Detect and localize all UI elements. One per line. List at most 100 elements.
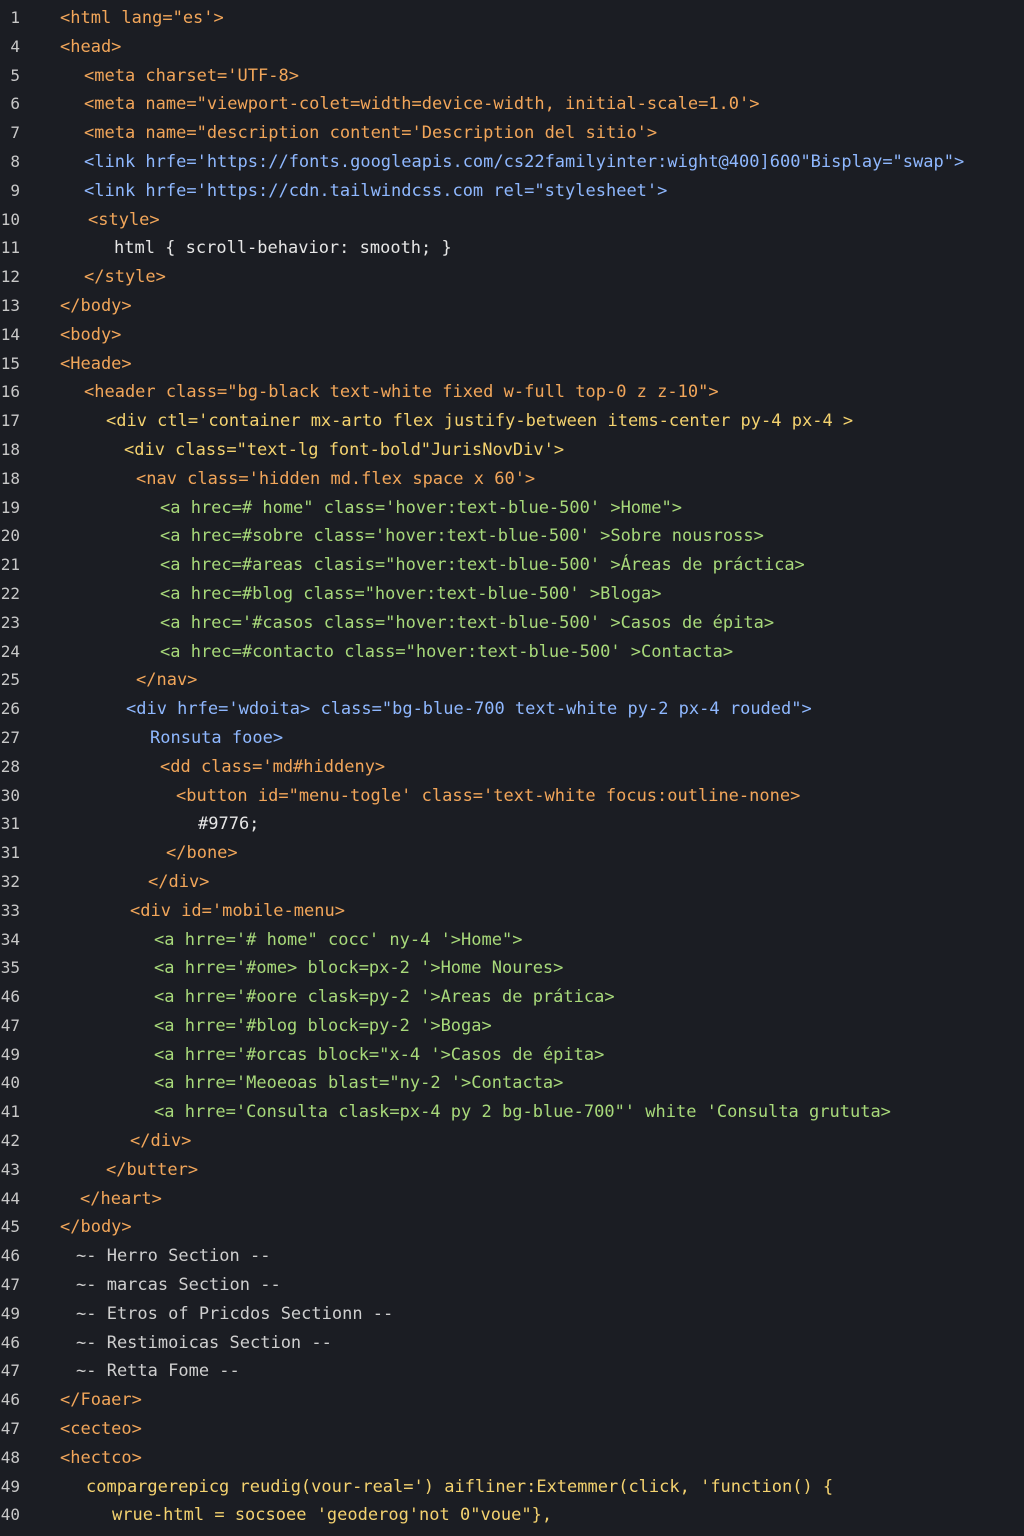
line-number: 47 <box>0 1419 20 1439</box>
code-line[interactable]: 44 </heart> <box>0 1185 1024 1214</box>
code-line[interactable]: 7 <meta name="description content='Descri… <box>0 119 1024 148</box>
code-line[interactable]: 22 <a hrec=#blog class="hover:text-blue-5… <box>0 580 1024 609</box>
code-line[interactable]: 18 <div class="text-lg font-bold"JurisNov… <box>0 436 1024 465</box>
line-code: <div class="text-lg font-bold"JurisNovDi… <box>124 439 565 460</box>
line-code: ~- marcas Section -- <box>76 1275 281 1296</box>
code-line[interactable]: 40 wrue-html = socsoee 'geoderog'not 0"vo… <box>0 1501 1024 1530</box>
line-number: 40 <box>0 1505 20 1525</box>
code-line[interactable]: 24 <a hrec=#contacto class="hover:text-bl… <box>0 638 1024 667</box>
code-line[interactable]: 11 html { scroll-behavior: smooth; } <box>0 234 1024 263</box>
code-line[interactable]: 32 </div> <box>0 868 1024 897</box>
code-line[interactable]: 48 <hectco> <box>0 1444 1024 1473</box>
line-code: <cecteo> <box>60 1419 142 1440</box>
line-number: 47 <box>0 1275 20 1295</box>
line-code: <hectco> <box>60 1447 142 1468</box>
line-code: <a hrre='#orcas block="x-4 '>Casos de ép… <box>154 1044 605 1065</box>
line-number: 47 <box>0 1361 20 1381</box>
line-code: </Foaer> <box>60 1390 142 1411</box>
line-number: 32 <box>0 871 20 891</box>
code-line[interactable]: 23 <a hrec='#casos class="hover:text-blue… <box>0 609 1024 638</box>
line-number: 1 <box>10 8 20 27</box>
line-number: 22 <box>0 583 20 603</box>
code-line[interactable]: 19 <a hrec=# home" class='hover:text-blue… <box>0 494 1024 523</box>
code-line[interactable]: 27 Ronsuta fooe> <box>0 724 1024 753</box>
code-line[interactable]: 20 <a hrec=#sobre class='hover:text-blue-… <box>0 522 1024 551</box>
code-line[interactable]: 14 <body> <box>0 321 1024 350</box>
line-number: 49 <box>0 1303 20 1323</box>
code-line[interactable]: 45 </body> <box>0 1213 1024 1242</box>
code-line[interactable]: 12 </style> <box>0 263 1024 292</box>
code-line[interactable]: 49 ~- Etros of Pricdos Sectionn -- <box>0 1300 1024 1329</box>
code-line[interactable]: 47 ~- Retta Fome -- <box>0 1357 1024 1386</box>
line-code: </body> <box>60 1217 132 1238</box>
code-line[interactable]: 10 <style> <box>0 206 1024 235</box>
line-number: 19 <box>0 497 20 517</box>
code-line[interactable]: 28 <dd class='md#hiddeny> <box>0 753 1024 782</box>
line-code: <dd class='md#hiddeny> <box>160 756 386 777</box>
line-number: 47 <box>0 1015 20 1035</box>
code-line[interactable]: 34 <a hrre='# home" cocc' ny-4 '>Home"> <box>0 926 1024 955</box>
line-number: 49 <box>0 1044 20 1064</box>
line-number: 40 <box>0 1073 20 1093</box>
line-code: <meta name="viewport-colet=width=device-… <box>84 94 760 115</box>
code-line[interactable]: 6 <meta name="viewport-colet=width=device… <box>0 90 1024 119</box>
line-number: 15 <box>0 353 20 373</box>
line-code: </style> <box>84 267 166 288</box>
line-code: <body> <box>60 324 122 345</box>
code-line[interactable]: 46 ~- Herro Section -- <box>0 1242 1024 1271</box>
code-line[interactable]: 31 </bone> <box>0 839 1024 868</box>
code-line[interactable]: 33 <div id='mobile-menu> <box>0 897 1024 926</box>
code-line[interactable]: 25 </nav> <box>0 666 1024 695</box>
line-number: 5 <box>10 65 20 85</box>
code-line[interactable]: 26 <div hrfe='wdoita> class="bg-blue-700 … <box>0 695 1024 724</box>
line-number: 49 <box>0 1476 20 1496</box>
code-editor[interactable]: 1 <html lang="es'> 4 <head> 5 <meta charset='… <box>0 4 1024 1536</box>
code-line[interactable]: 8 <link hrfe='https://fonts.googleapis.co… <box>0 148 1024 177</box>
code-line[interactable]: 18 <nav class='hidden md.flex space x 60'… <box>0 465 1024 494</box>
line-code: <a hrre='Meoeoas blast="ny-2 '>Contacta> <box>154 1073 564 1094</box>
line-number: 10 <box>0 209 20 229</box>
line-number: 31 <box>0 814 20 834</box>
line-number: 20 <box>0 526 20 546</box>
code-line[interactable]: 47 ~- marcas Section -- <box>0 1271 1024 1300</box>
line-code: </div> <box>130 1131 192 1152</box>
code-line[interactable]: 46 <a hrre='#oore clask=py-2 '>Areas de p… <box>0 983 1024 1012</box>
code-line[interactable]: 49 <a hrre='#orcas block="x-4 '>Casos de … <box>0 1041 1024 1070</box>
code-line[interactable]: 46 ~- Restimoicas Section -- <box>0 1329 1024 1358</box>
line-code: <a hrec=#areas clasis="hover:text-blue-5… <box>160 555 805 576</box>
line-code: wrue-html = socsoee 'geoderog'not 0"voue… <box>112 1505 553 1526</box>
code-line[interactable]: 42 </div> <box>0 1127 1024 1156</box>
code-line[interactable]: 46 </Foaer> <box>0 1386 1024 1415</box>
code-line[interactable]: 41 <a hrre='Consulta clask=px-4 py 2 bg-b… <box>0 1098 1024 1127</box>
line-number: 46 <box>0 987 20 1007</box>
line-code: <meta name="description content='Descrip… <box>84 123 658 144</box>
code-line[interactable]: 35 <a hrre='#ome> block=px-2 '>Home Noure… <box>0 954 1024 983</box>
code-line[interactable]: 31 #9776; <box>0 810 1024 839</box>
code-line[interactable]: 30 <button id="menu-togle' class='text-wh… <box>0 782 1024 811</box>
code-line[interactable]: 40 <a hrre='Meoeoas blast="ny-2 '>Contact… <box>0 1069 1024 1098</box>
code-line[interactable]: 4 <head> <box>0 33 1024 62</box>
line-code: <link hrfe='https://cdn.tailwindcss.com … <box>84 180 668 201</box>
code-line[interactable]: 21 <a hrec=#areas clasis="hover:text-blue… <box>0 551 1024 580</box>
code-line[interactable]: 16 <header class="bg-black text-white fix… <box>0 378 1024 407</box>
code-line[interactable]: 17 <div ctl='container mx-arto flex justi… <box>0 407 1024 436</box>
line-code: </butter> <box>106 1159 199 1180</box>
line-number: 33 <box>0 900 20 920</box>
line-code: <head> <box>60 36 122 57</box>
line-number: 13 <box>0 295 20 315</box>
line-number: 18 <box>0 439 20 459</box>
code-line[interactable]: 49 compargerepicg reudig(vour-real=') aif… <box>0 1473 1024 1502</box>
line-code: compargerepicg reudig(vour-real=') aifli… <box>86 1476 834 1497</box>
code-line[interactable]: 5 <meta charset='UTF-8> <box>0 62 1024 91</box>
line-code: <a hrre='#oore clask=py-2 '>Areas de prá… <box>154 987 615 1008</box>
code-line[interactable]: 47 <a hrre='#blog block=py-2 '>Boga> <box>0 1012 1024 1041</box>
code-line[interactable]: 1 <html lang="es'> <box>0 4 1024 33</box>
line-code: Ronsuta fooe> <box>150 727 284 748</box>
line-number: 26 <box>0 699 20 719</box>
code-line[interactable]: 43 </butter> <box>0 1156 1024 1185</box>
code-line[interactable]: 47 <cecteo> <box>0 1415 1024 1444</box>
code-line[interactable]: 13 </body> <box>0 292 1024 321</box>
line-code: <a hrre='#blog block=py-2 '>Boga> <box>154 1015 492 1036</box>
code-line[interactable]: 9 <link hrfe='https://cdn.tailwindcss.com… <box>0 177 1024 206</box>
code-line[interactable]: 15 <Heade> <box>0 350 1024 379</box>
